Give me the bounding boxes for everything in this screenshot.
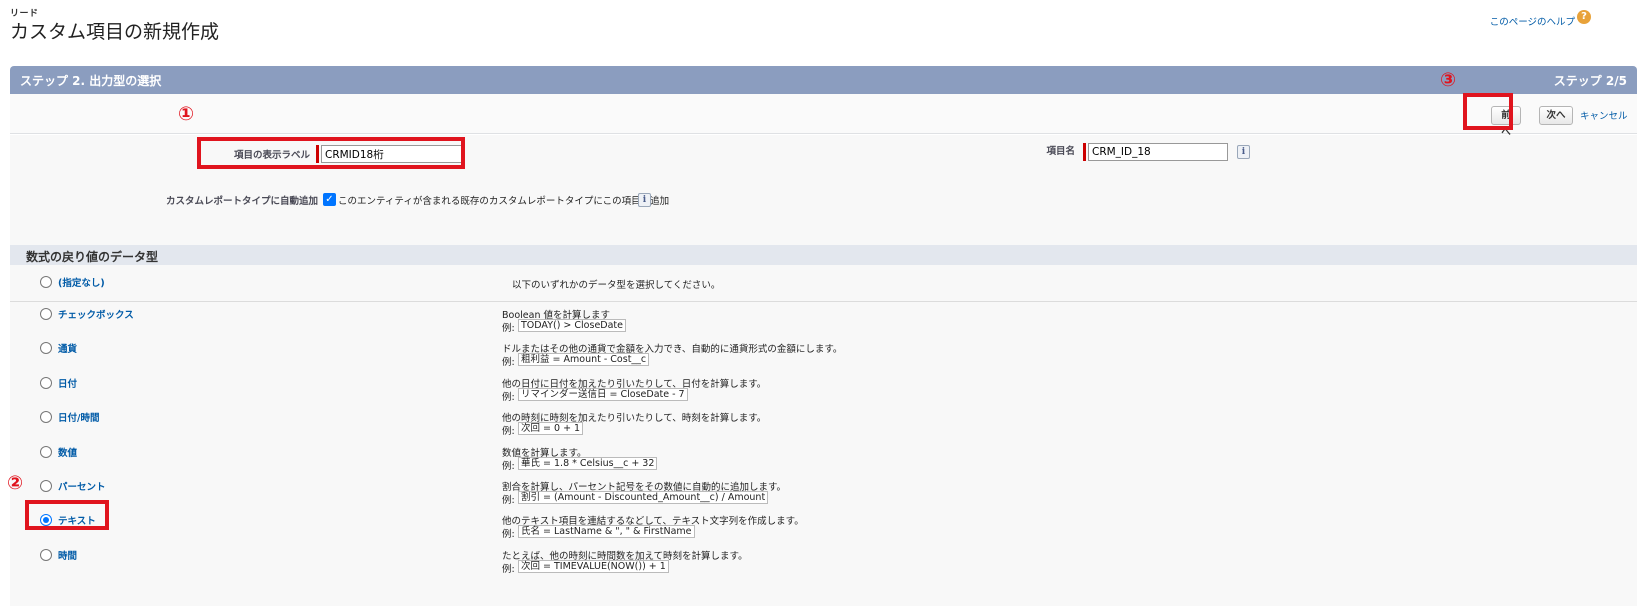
return-type-label[interactable]: 日付 xyxy=(58,376,77,390)
highlight-field-label xyxy=(197,137,465,169)
example-prefix: 例: xyxy=(502,392,515,403)
section-title: 数式の戻り値のデータ型 xyxy=(26,250,159,264)
example-prefix: 例: xyxy=(502,426,515,437)
example-formula: リマインダー送信日 = CloseDate - 7 xyxy=(518,388,688,401)
auto-add-label: カスタムレポートタイプに自動追加 xyxy=(165,196,318,207)
return-type-radio[interactable] xyxy=(40,308,52,320)
example-formula: 粗利益 = Amount - Cost__c xyxy=(518,353,650,366)
return-type-row: 日付/時間 他の時刻に時刻を加えたり引いたりして、時刻を計算します。 例: 次回 = … xyxy=(10,409,1637,443)
return-type-radio[interactable] xyxy=(40,377,52,389)
page-header: リード カスタム項目の新規作成 xyxy=(10,6,219,45)
example-formula: 割引 = (Amount - Discounted_Amount__c) / A… xyxy=(518,491,769,504)
marker-1: ① xyxy=(178,103,195,125)
return-type-label[interactable]: 数値 xyxy=(58,445,77,459)
example-prefix: 例: xyxy=(502,564,515,575)
return-type-row: 日付 他の日付に日付を加えたり引いたりして、日付を計算します。 例: リマインダー送信… xyxy=(10,375,1637,409)
field-name-label: 項目名 xyxy=(1046,146,1075,157)
return-type-radio[interactable] xyxy=(40,342,52,354)
info-icon[interactable]: i xyxy=(1237,145,1250,159)
info-icon[interactable]: i xyxy=(638,193,651,207)
example-prefix: 例: xyxy=(502,357,515,368)
return-type-radio[interactable] xyxy=(40,446,52,458)
return-type-row: 通貨 ドルまたはその他の通貨で金額を入力でき、自動的に通貨形式の金額にします。 例:… xyxy=(10,340,1637,374)
required-indicator xyxy=(1083,143,1086,161)
return-type-label[interactable]: 時間 xyxy=(58,548,77,562)
return-type-label[interactable]: チェックボックス xyxy=(58,307,134,321)
divider xyxy=(10,301,1637,302)
cancel-link[interactable]: キャンセル xyxy=(1580,108,1628,122)
return-type-radio[interactable] xyxy=(40,549,52,561)
highlight-next-button xyxy=(1463,93,1513,130)
example-formula: 次回 = TIMEVALUE(NOW()) + 1 xyxy=(518,560,669,573)
field-name-input[interactable] xyxy=(1088,143,1228,161)
return-type-row: 数値 数値を計算します。 例: 華氏 = 1.8 * Celsius__c + 32 xyxy=(10,444,1637,478)
example-formula: TODAY() > CloseDate xyxy=(518,319,626,332)
example-prefix: 例: xyxy=(502,461,515,472)
type-label-none: (指定なし) xyxy=(58,278,105,289)
step-header: ステップ 2. 出力型の選択 ステップ 2/5 xyxy=(10,66,1637,94)
auto-add-checkbox[interactable]: ✓ xyxy=(323,193,336,206)
step-title: ステップ 2. 出力型の選択 xyxy=(20,74,162,88)
return-type-row: 時間 たとえば、他の時刻に時間数を加えて時刻を計算します。 例: 次回 = TIMEV… xyxy=(10,547,1637,581)
return-type-label[interactable]: 日付/時間 xyxy=(58,410,99,424)
example-prefix: 例: xyxy=(502,529,515,540)
example-prefix: 例: xyxy=(502,323,515,334)
return-type-radio[interactable] xyxy=(40,480,52,492)
help-link[interactable]: このページのヘルプ xyxy=(1490,14,1575,28)
return-type-row: チェックボックス Boolean 値を計算します 例: TODAY() > Close… xyxy=(10,306,1637,340)
example-formula: 華氏 = 1.8 * Celsius__c + 32 xyxy=(518,457,658,470)
question-icon[interactable]: ? xyxy=(1577,10,1591,24)
example-formula: 次回 = 0 + 1 xyxy=(518,422,584,435)
return-type-radio[interactable] xyxy=(40,411,52,423)
return-type-row: パーセント 割合を計算し、パーセント記号をその数値に自動的に追加します。 例: 割引 … xyxy=(10,478,1637,512)
type-desc-none: 以下のいずれかのデータ型を選択してください。 xyxy=(512,280,721,291)
example-prefix: 例: xyxy=(502,495,515,506)
return-type-list: (指定なし) 以下のいずれかのデータ型を選択してください。 チェックボックス Bo… xyxy=(10,265,1637,606)
return-type-row: テキスト 他のテキスト項目を連結するなどして、テキスト文字列を作成します。 例: 氏名… xyxy=(10,512,1637,546)
page-title: カスタム項目の新規作成 xyxy=(10,21,220,43)
return-type-label[interactable]: パーセント xyxy=(58,479,106,493)
radio-none[interactable] xyxy=(40,276,52,288)
toolbar: 前へ 次へ キャンセル xyxy=(10,94,1637,138)
marker-2: ② xyxy=(7,472,24,494)
breadcrumb: リード xyxy=(10,9,39,19)
formula-return-type-header: 数式の戻り値のデータ型 xyxy=(10,245,1637,265)
highlight-text-type xyxy=(25,500,109,530)
example-formula: 氏名 = LastName & ", " & FirstName xyxy=(518,525,695,538)
next-button[interactable]: 次へ xyxy=(1539,106,1573,125)
step-count: ステップ 2/5 xyxy=(1553,74,1627,88)
return-type-label[interactable]: 通貨 xyxy=(58,341,77,355)
marker-3: ③ xyxy=(1440,69,1457,91)
auto-add-checkbox-label: このエンティティが含まれる既存のカスタムレポートタイプにこの項目を追加 xyxy=(338,196,670,207)
